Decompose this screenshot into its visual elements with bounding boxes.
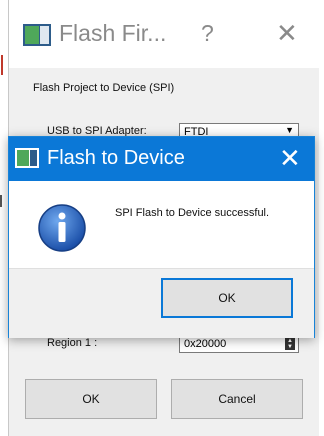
dialog-message: SPI Flash to Device successful. (115, 207, 270, 219)
region-value: 0x20000 (184, 338, 227, 350)
dialog-ok-button[interactable]: OK (161, 278, 293, 318)
window-title: Flash Fir... (59, 20, 167, 46)
dialog-title: Flash to Device (47, 147, 185, 169)
edge-marker (0, 195, 2, 207)
dialog-footer: OK (9, 268, 314, 338)
spin-arrows-icon[interactable]: ▲ ▼ (285, 338, 295, 350)
chevron-down-icon: ▼ (285, 125, 294, 135)
dialog-title-bar: Flash to Device ✕ (9, 137, 314, 181)
edge-highlight (1, 55, 3, 75)
app-icon (23, 24, 51, 46)
close-icon[interactable]: ✕ (276, 18, 298, 49)
region-label: Region 1 : (47, 337, 98, 349)
info-icon (38, 204, 86, 252)
section-heading: Flash Project to Device (SPI) (33, 82, 175, 94)
window-title-bar: Flash Fir... ? ✕ (9, 0, 319, 68)
ok-button[interactable]: OK (25, 379, 157, 419)
flash-to-device-dialog: Flash to Device ✕ SPI Flash to Device su… (8, 136, 315, 338)
close-icon[interactable]: ✕ (279, 143, 301, 174)
app-icon (15, 148, 39, 168)
cancel-button[interactable]: Cancel (171, 379, 303, 419)
help-button[interactable]: ? (201, 20, 214, 47)
